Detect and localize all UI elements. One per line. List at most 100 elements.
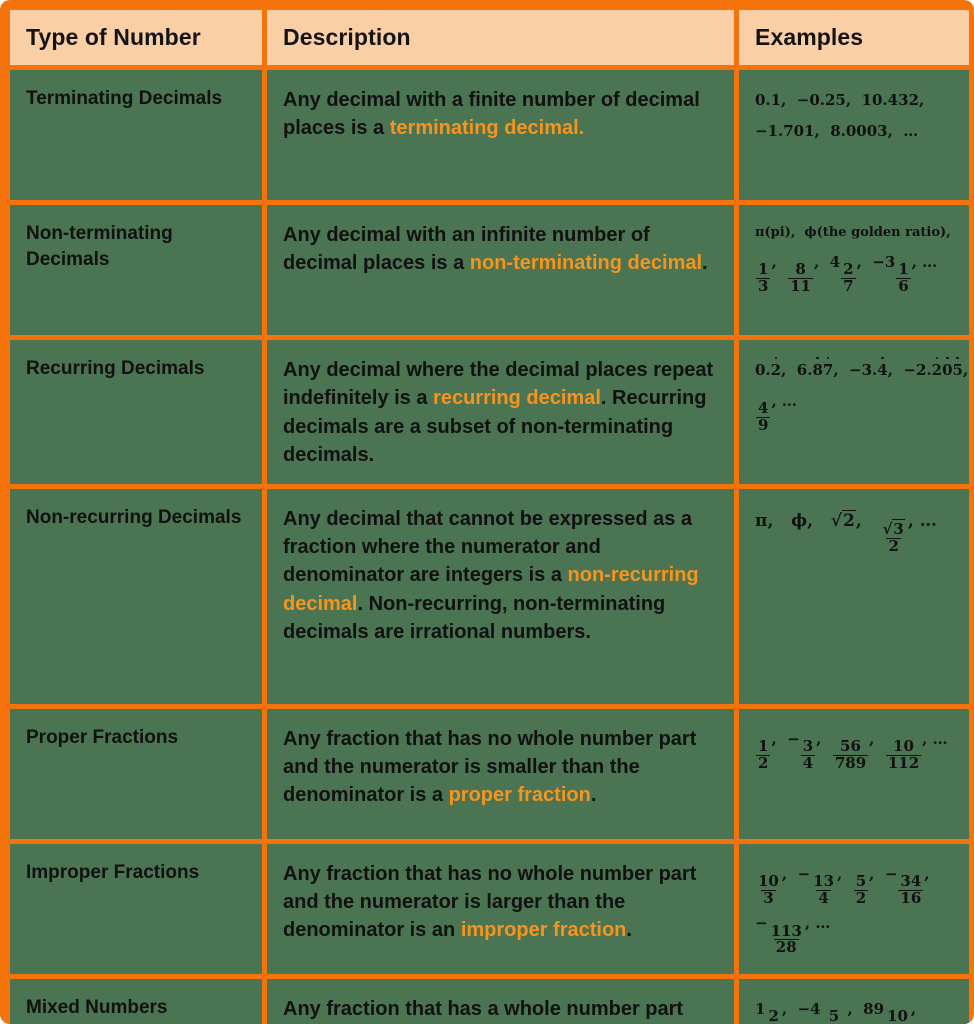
table-row: Improper Fractions Any fraction that has … — [10, 843, 969, 974]
table-row: Recurring Decimals Any decimal where the … — [10, 340, 969, 484]
separator: , — [856, 252, 862, 271]
cell-description: Any fraction that has no whole number pa… — [267, 843, 734, 974]
fraction: −113 28, … — [755, 914, 830, 955]
examples-line: −113 28, … — [755, 909, 953, 956]
fraction-stack: 8 11 — [788, 262, 813, 295]
fraction: −34 16, — [884, 864, 930, 906]
separator: , … — [922, 729, 948, 748]
numerator: 8 — [795, 260, 806, 279]
fraction: 427, — [829, 252, 862, 294]
numerator: √3 — [882, 519, 905, 539]
numerator: 56 — [840, 737, 861, 756]
fraction-stack: 10 3 — [756, 874, 781, 907]
denominator: 2 — [756, 754, 771, 773]
cell-examples: 12, −3 4, 56 789, 10 112, … — [739, 708, 969, 839]
fraction-stack: 567 — [822, 1009, 847, 1024]
whole-part: − — [787, 729, 800, 748]
separator: , — [814, 252, 820, 271]
whole-part: 1 — [755, 999, 766, 1018]
cell-type-of-number: Non-terminating Decimals — [10, 205, 262, 335]
denominator: 2 — [886, 537, 901, 556]
examples-line: 12, −3 4, 56 789, 10 112, … — [755, 725, 953, 772]
fraction: 49, … — [755, 392, 797, 433]
separator: , — [869, 729, 875, 748]
cell-examples: 123, −4567, 891011, −1213, … — [739, 978, 969, 1024]
table-header: Type of Number Description Examples — [10, 10, 969, 65]
header-row: Type of Number Description Examples — [10, 10, 969, 65]
numerator: 5 — [855, 872, 867, 891]
denominator: 4 — [816, 889, 831, 908]
cell-description: Any fraction that has a whole number par… — [267, 978, 734, 1024]
fraction-stack: 52 — [853, 872, 869, 908]
numerator: 1 — [758, 737, 769, 756]
numerator: 13 — [813, 872, 835, 891]
examples-line: 10 3, −13 4, 52, −34 16, — [755, 860, 953, 907]
numerator: 10 — [887, 1007, 908, 1024]
square-root: √2, — [830, 509, 862, 531]
separator: , … — [907, 510, 937, 531]
separator: , — [771, 729, 777, 748]
cell-examples: 0.1, −0.25, 10.432, −1.701, 8.0003, … — [739, 70, 969, 200]
cell-type-of-number: Mixed Numbers — [10, 978, 262, 1024]
denominator: 3 — [756, 277, 771, 296]
recurring-digit: 5 — [952, 361, 963, 379]
description-highlight: terminating decimal. — [389, 117, 585, 140]
numerator: 10 — [893, 737, 914, 756]
fraction-stack: 56 789 — [832, 737, 869, 772]
whole-part: 89 — [863, 999, 885, 1018]
denominator: 9 — [756, 416, 771, 435]
column-header-description: Description — [267, 10, 734, 65]
numerator: 2 — [768, 1007, 779, 1024]
numerator: 1 — [758, 260, 769, 279]
separator: , — [816, 729, 822, 748]
fraction-stack: 13 4 — [811, 874, 836, 907]
whole-part: −3 — [872, 252, 896, 271]
fraction: 13, — [755, 252, 777, 294]
type-label: Improper Fractions — [26, 861, 200, 883]
number-types-table-container: Type of Number Description Examples Term… — [0, 0, 974, 1024]
recurring-decimal: 0.2, — [755, 361, 787, 379]
description-highlight: recurring decimal — [433, 387, 601, 410]
denominator: 28 — [773, 938, 799, 957]
description-highlight: improper fraction — [460, 919, 627, 942]
examples-line: 13, 8 11, 427, −3 1 6, … — [755, 248, 953, 295]
column-header-type: Type of Number — [10, 10, 262, 65]
fraction: 12, — [755, 729, 777, 771]
separator: , — [847, 999, 853, 1018]
examples-line: 0.1, −0.25, 10.432, — [755, 91, 925, 109]
fraction: −4567, — [798, 999, 853, 1024]
denominator: 7 — [841, 277, 856, 296]
fraction-stack: 113 28 — [769, 923, 804, 957]
separator: , — [910, 999, 917, 1018]
table-row: Non-terminating Decimals Any decimal with… — [10, 205, 969, 335]
fraction: 56 789, — [832, 729, 875, 771]
separator: , — [771, 252, 777, 271]
cell-examples: π(pi), ϕ(the golden ratio), 1 3, 8 11, 427,… — [739, 205, 969, 335]
type-label: Proper Fractions — [26, 726, 179, 748]
table-row: Terminating Decimals Any decimal with a f… — [10, 70, 969, 200]
description-text-tail: . — [702, 252, 708, 275]
recurring-digit: 2 — [931, 361, 943, 379]
whole-part: 4 — [829, 252, 841, 271]
fraction-stack: 49 — [756, 401, 771, 435]
denominator: 3 — [761, 889, 776, 908]
denominator: 16 — [898, 889, 924, 908]
description-highlight: proper fraction — [448, 784, 591, 807]
fraction-stack: 1011 — [885, 1009, 910, 1024]
fraction-stack: 12 — [756, 737, 771, 773]
math-symbol: π, — [755, 510, 774, 531]
cell-type-of-number: Terminating Decimals — [10, 70, 262, 200]
fraction: 123, — [755, 999, 787, 1024]
recurring-digit: 8 — [812, 361, 823, 379]
examples-line: π(pi), ϕ(the golden ratio), — [755, 225, 951, 240]
denominator: 2 — [853, 889, 869, 908]
fraction: 891011, — [863, 999, 917, 1024]
whole-part: − — [797, 864, 811, 883]
fraction-stack: 10 112 — [885, 737, 922, 772]
type-label: Recurring Decimals — [26, 358, 205, 379]
fraction-stack: 16 — [896, 262, 911, 295]
whole-part: − — [884, 864, 898, 883]
table-row: Non-recurring Decimals Any decimal that c… — [10, 488, 969, 704]
cell-examples: π, ϕ, √2, √3 2, … — [739, 488, 969, 704]
recurring-decimal: −2.205, — [903, 361, 969, 379]
